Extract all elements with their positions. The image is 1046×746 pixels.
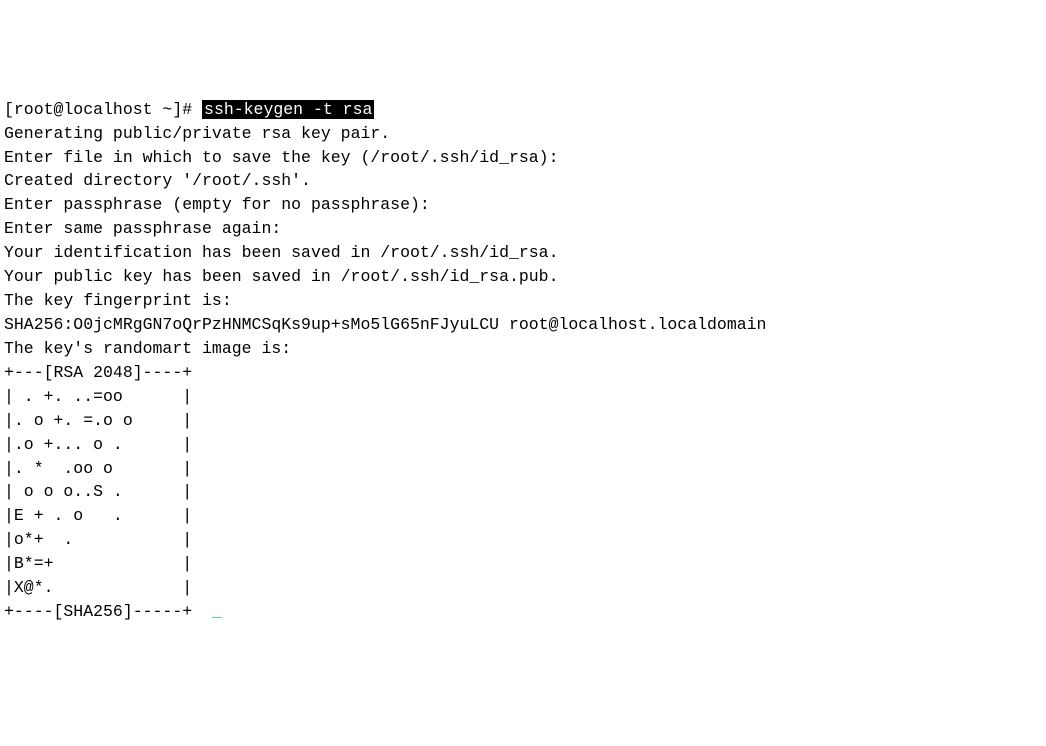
output-line: Enter passphrase (empty for no passphras…	[4, 195, 430, 214]
output-line: Enter same passphrase again:	[4, 219, 281, 238]
output-line: Your identification has been saved in /r…	[4, 243, 559, 262]
shell-prompt: [root@localhost ~]#	[4, 100, 202, 119]
randomart-line: | . +. ..=oo |	[4, 387, 192, 406]
output-line: Enter file in which to save the key (/ro…	[4, 148, 559, 167]
output-line: Created directory '/root/.ssh'.	[4, 171, 311, 190]
randomart-line: |. o +. =.o o |	[4, 411, 192, 430]
output-line: The key fingerprint is:	[4, 291, 232, 310]
randomart-line: |X@*. |	[4, 578, 192, 597]
output-line: Generating public/private rsa key p	[4, 124, 351, 143]
shell-command: ssh-keygen -t rsa	[202, 100, 374, 119]
output-line: SHA256:O0jcMRgGN7oQrPzHNMCSqKs9up+sMo5lG…	[4, 315, 766, 334]
output-line: r.	[370, 124, 390, 143]
randomart-line: |B*=+ |	[4, 554, 192, 573]
randomart-line: +----[SHA256]-----+	[4, 602, 192, 621]
output-line: The key's randomart image is:	[4, 339, 291, 358]
randomart-line: |E + . o . |	[4, 506, 192, 525]
randomart-line: | o o o..S . |	[4, 482, 192, 501]
randomart-line: |.o +... o . |	[4, 435, 192, 454]
cursor-icon: _	[212, 602, 222, 621]
randomart-line: |o*+ . |	[4, 530, 192, 549]
output-line: Your public key has been saved in /root/…	[4, 267, 559, 286]
randomart-line: +---[RSA 2048]----+	[4, 363, 192, 382]
randomart-line: |. * .oo o |	[4, 459, 192, 478]
terminal-output[interactable]: [root@localhost ~]# ssh-keygen -t rsa Ge…	[4, 98, 1042, 624]
